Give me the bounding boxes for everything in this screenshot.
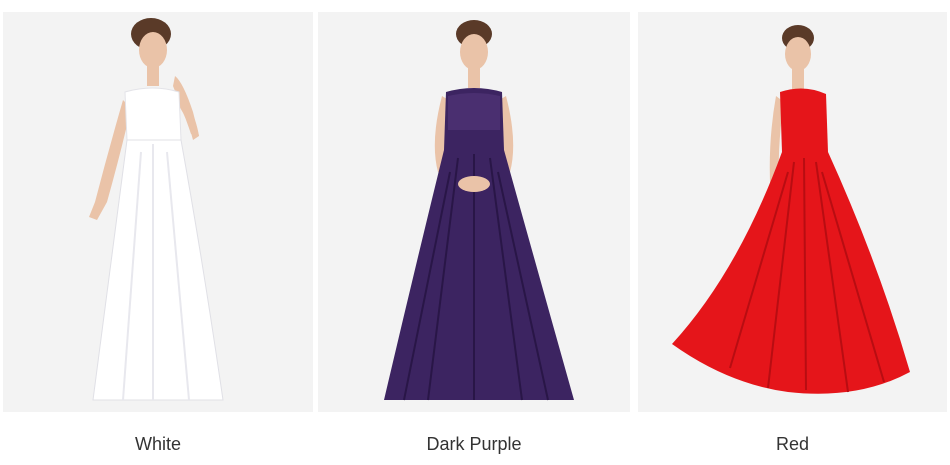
color-option-label-white: White bbox=[134, 434, 181, 454]
model-red-dress-illustration bbox=[672, 25, 910, 394]
color-option-label-dark-purple: Dark Purple bbox=[426, 434, 522, 454]
product-image-red[interactable] bbox=[638, 12, 947, 412]
product-image-white[interactable] bbox=[3, 12, 313, 412]
model-dark-purple-dress-illustration bbox=[384, 20, 574, 401]
product-image-dark-purple[interactable] bbox=[318, 12, 630, 412]
model-white-dress-illustration bbox=[89, 18, 224, 401]
color-option-label-red: Red bbox=[775, 434, 810, 454]
